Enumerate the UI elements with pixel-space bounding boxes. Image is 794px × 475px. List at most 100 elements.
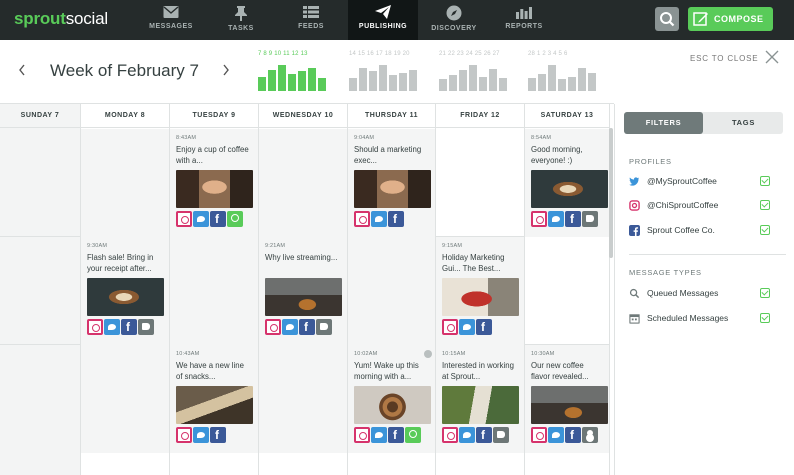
profile-checkbox[interactable] [760, 176, 770, 186]
post-image [354, 170, 431, 208]
mini-week-bar [439, 79, 447, 91]
twitter-icon [629, 177, 640, 186]
nav-feeds[interactable]: FEEDS [276, 0, 346, 40]
panel-tabs: FILTERS TAGS [624, 112, 783, 134]
mini-week-bar [349, 78, 357, 91]
nav-publishing[interactable]: PUBLISHING [348, 0, 418, 40]
next-week-button[interactable] [222, 63, 230, 79]
post-networks [176, 211, 252, 227]
top-bar: sproutsocial MESSAGES TASKS FEEDS PUBLIS… [0, 0, 794, 40]
empty-time-slot[interactable] [81, 345, 169, 453]
nav-tasks[interactable]: TASKS [206, 0, 276, 40]
type-row-queued[interactable]: Queued Messages [629, 288, 779, 302]
nav-reports[interactable]: REPORTS [489, 0, 559, 40]
empty-time-slot[interactable] [259, 129, 347, 237]
scheduled-post[interactable]: 9:30AM Flash sale! Bring in your receipt … [81, 237, 169, 345]
profile-row-facebook[interactable]: Sprout Coffee Co. [629, 225, 779, 239]
post-networks [531, 427, 603, 443]
type-row-scheduled[interactable]: Scheduled Messages [629, 313, 779, 327]
facebook-icon [629, 225, 640, 236]
post-text: Should a marketing exec... [354, 145, 422, 165]
mini-week-3[interactable]: 21 22 23 24 25 26 27 [439, 51, 511, 93]
profile-name: @ChiSproutCoffee [647, 200, 719, 210]
paper-plane-icon [375, 5, 391, 19]
nav-label: DISCOVERY [431, 25, 477, 32]
post-text: Holiday Marketing Gui... The Best... [442, 253, 505, 273]
mini-week-bar [459, 70, 467, 91]
search-button[interactable] [655, 7, 679, 31]
tab-filters[interactable]: FILTERS [624, 112, 703, 134]
pin-icon [235, 6, 247, 21]
tab-tags[interactable]: TAGS [704, 112, 783, 134]
mini-week-bar [399, 73, 407, 91]
calendar-scrollbar[interactable] [609, 128, 613, 258]
scheduled-post[interactable]: 9:15AM Holiday Marketing Gui... The Best.… [436, 237, 524, 345]
post-text: Yum! Wake up this morning with a... [354, 361, 419, 381]
info-icon[interactable] [424, 350, 432, 358]
mini-week-days: 28 1 2 3 4 5 6 [528, 51, 568, 57]
mini-week-2[interactable]: 14 15 16 17 18 19 20 [349, 51, 421, 93]
bar-chart-icon [516, 7, 532, 19]
scheduled-post[interactable]: 10:15AM Interested in working at Sprout..… [436, 345, 524, 453]
post-image [176, 386, 253, 424]
profile-checkbox[interactable] [760, 225, 770, 235]
nav-discovery[interactable]: DISCOVERY [419, 0, 489, 40]
day-column[interactable]: SUNDAY 7 [0, 104, 81, 475]
profile-checkbox[interactable] [760, 200, 770, 210]
post-networks [442, 427, 518, 443]
type-checkbox[interactable] [760, 313, 770, 323]
post-time: 8:43AM [176, 135, 197, 141]
post-text: Why live streaming... [265, 253, 338, 262]
day-header: THURSDAY 11 [348, 104, 435, 128]
twitter-icon [548, 211, 564, 227]
close-button[interactable] [765, 50, 779, 69]
type-checkbox[interactable] [760, 288, 770, 298]
scheduled-post[interactable]: 10:02AM Yum! Wake up this morning with a.… [348, 345, 435, 453]
day-header: WEDNESDAY 10 [259, 104, 347, 128]
mini-week-bar [308, 68, 316, 91]
profile-row-instagram[interactable]: @ChiSproutCoffee [629, 200, 779, 214]
nav-label: MESSAGES [149, 23, 193, 30]
twitter-icon [371, 211, 387, 227]
profile-row-twitter[interactable]: @MySproutCoffee [629, 176, 779, 190]
type-name: Scheduled Messages [647, 313, 729, 323]
empty-time-slot[interactable] [81, 129, 169, 237]
post-networks [442, 319, 518, 335]
queue-icon [227, 211, 243, 227]
scheduled-post[interactable]: 10:30AM Our new coffee flavor revealed... [525, 345, 609, 453]
mini-week-bar [318, 78, 326, 91]
profile-name: Sprout Coffee Co. [647, 225, 715, 235]
compose-button[interactable]: COMPOSE [688, 7, 773, 31]
mini-week-days: 21 22 23 24 25 26 27 [439, 51, 500, 57]
instagram-icon [354, 211, 370, 227]
mini-week-1[interactable]: 7 8 9 10 11 12 13 [258, 51, 330, 93]
logo[interactable]: sproutsocial [14, 9, 108, 29]
post-time: 10:30AM [531, 351, 555, 357]
scheduled-post[interactable]: 8:54AM Good morning, everyone! :) [525, 129, 609, 237]
scheduled-post[interactable]: 8:43AM Enjoy a cup of coffee with a... [170, 129, 258, 237]
scheduled-post[interactable]: 9:04AM Should a marketing exec... [348, 129, 435, 237]
twitter-icon [282, 319, 298, 335]
post-time: 9:30AM [87, 243, 108, 249]
facebook-icon [121, 319, 137, 335]
mini-week-4[interactable]: 28 1 2 3 4 5 6 [528, 51, 600, 93]
facebook-icon [476, 427, 492, 443]
search-icon [629, 288, 640, 299]
mini-week-bar [409, 70, 417, 91]
empty-time-slot[interactable] [259, 345, 347, 453]
week-title: Week of February 7 [50, 61, 199, 80]
mini-week-bar [479, 77, 487, 91]
empty-time-slot[interactable] [170, 237, 258, 345]
facebook-icon [565, 211, 581, 227]
scheduled-post[interactable]: 9:21AM Why live streaming... [259, 237, 347, 345]
facebook-icon [210, 427, 226, 443]
empty-time-slot[interactable] [348, 237, 435, 345]
nav-messages[interactable]: MESSAGES [136, 0, 206, 40]
panel-divider [629, 254, 786, 255]
scheduled-post[interactable]: 10:43AM We have a new line of snacks... [170, 345, 258, 453]
prev-week-button[interactable] [18, 63, 26, 79]
post-time: 10:43AM [176, 351, 200, 357]
twitter-icon [459, 319, 475, 335]
profile-name: @MySproutCoffee [647, 176, 717, 186]
mini-week-bar [499, 78, 507, 91]
